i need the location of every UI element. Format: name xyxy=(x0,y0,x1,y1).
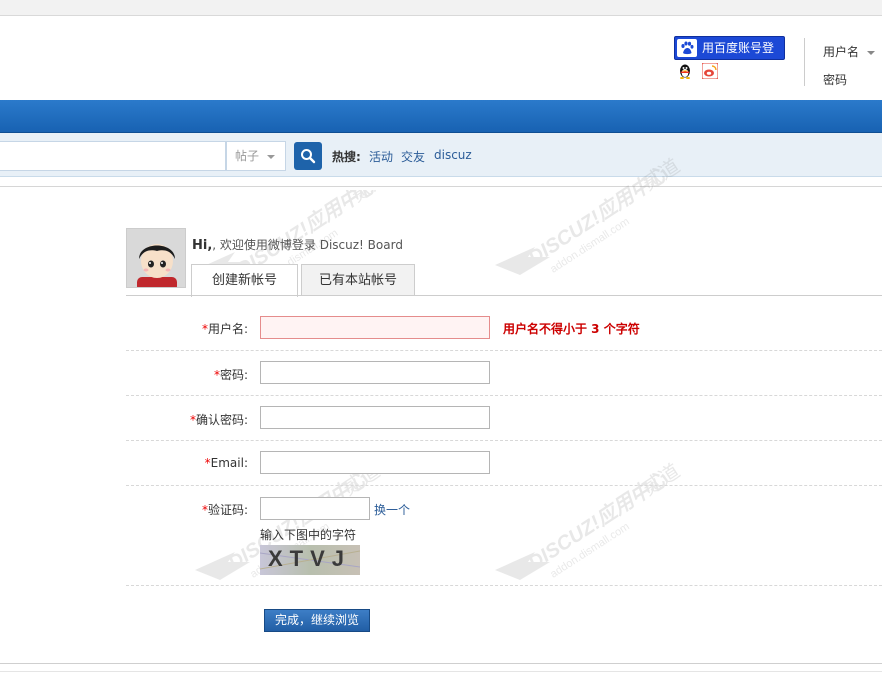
svg-text:addon.dismall.com: addon.dismall.com xyxy=(548,521,631,581)
captcha-input[interactable] xyxy=(260,497,370,520)
svg-text:XTVJ: XTVJ xyxy=(268,546,351,571)
avatar xyxy=(126,228,186,288)
chevron-down-icon xyxy=(867,50,876,55)
username-error-message: 用户名不得小于 3 个字符 xyxy=(503,322,640,336)
password-label: *密码: xyxy=(213,368,248,382)
login-username-label: 用户名 xyxy=(823,45,860,59)
footer-divider xyxy=(0,671,882,672)
watermark-logo: DISCUZ!应用中心 addon.dismall.com 贰道 xyxy=(495,459,684,581)
greeting-text: , 欢迎使用微博登录 Discuz! Board xyxy=(212,238,403,252)
hot-link-activity[interactable]: 活动 xyxy=(369,148,393,165)
tab-create-account[interactable]: 创建新帐号 xyxy=(191,264,298,297)
site-header: 用百度账号登录 用户名 密码 xyxy=(0,16,882,100)
svg-text:贰道: 贰道 xyxy=(638,459,684,500)
row-divider xyxy=(126,440,882,441)
captcha-refresh-link[interactable]: 换一个 xyxy=(374,501,410,518)
search-type-select[interactable]: 帖子 xyxy=(226,141,286,171)
tab-existing-account[interactable]: 已有本站帐号 xyxy=(301,264,415,296)
captcha-hint: 输入下图中的字符 xyxy=(260,528,357,542)
svg-text:addon.dismall.com: addon.dismall.com xyxy=(548,216,631,276)
captcha-label: *验证码: xyxy=(201,503,248,517)
submit-button[interactable]: 完成，继续浏览 xyxy=(264,609,370,632)
row-divider xyxy=(126,350,882,351)
search-button[interactable] xyxy=(294,142,322,170)
browser-top-strip xyxy=(0,0,882,16)
hot-link-discuz[interactable]: discuz xyxy=(434,148,472,162)
confirm-password-field[interactable] xyxy=(260,406,490,429)
search-input[interactable] xyxy=(0,141,226,171)
password-field[interactable] xyxy=(260,361,490,384)
search-icon xyxy=(301,149,316,164)
login-username-dropdown[interactable]: 用户名 xyxy=(823,43,876,60)
chevron-down-icon xyxy=(267,155,275,159)
header-divider xyxy=(804,38,805,86)
hot-search-label: 热搜: xyxy=(332,150,361,164)
row-divider xyxy=(126,585,882,586)
baidu-login-button[interactable]: 用百度账号登录 xyxy=(674,36,785,77)
row-divider xyxy=(126,395,882,396)
search-type-label: 帖子 xyxy=(235,149,260,163)
row-divider xyxy=(126,485,882,486)
qq-penguin-icon[interactable] xyxy=(677,63,693,79)
login-password-label[interactable]: 密码 xyxy=(823,71,847,88)
tab-underline xyxy=(126,295,882,296)
email-label: *Email: xyxy=(204,456,248,470)
svg-text:DISCUZ!应用中心: DISCUZ!应用中心 xyxy=(524,467,672,575)
baidu-paw-icon xyxy=(677,39,697,57)
welcome-greeting: Hi,, 欢迎使用微博登录 Discuz! Board xyxy=(192,236,403,253)
captcha-image[interactable]: XTVJ xyxy=(260,545,360,575)
main-nav-bar xyxy=(0,100,882,133)
username-label: *用户名: xyxy=(201,322,248,336)
divider xyxy=(0,186,882,187)
footer-divider xyxy=(0,663,882,664)
weibo-icon[interactable] xyxy=(701,62,719,80)
username-field[interactable] xyxy=(260,316,490,339)
confirm-password-label: *确认密码: xyxy=(189,413,248,427)
svg-text:DISCUZ!应用中心: DISCUZ!应用中心 xyxy=(524,162,672,270)
hot-link-friends[interactable]: 交友 xyxy=(401,148,425,165)
search-bar: 帖子 热搜: 活动 交友 discuz xyxy=(0,133,882,177)
greeting-hi: Hi, xyxy=(192,238,213,253)
svg-text:贰道: 贰道 xyxy=(347,190,390,207)
email-field[interactable] xyxy=(260,451,490,474)
